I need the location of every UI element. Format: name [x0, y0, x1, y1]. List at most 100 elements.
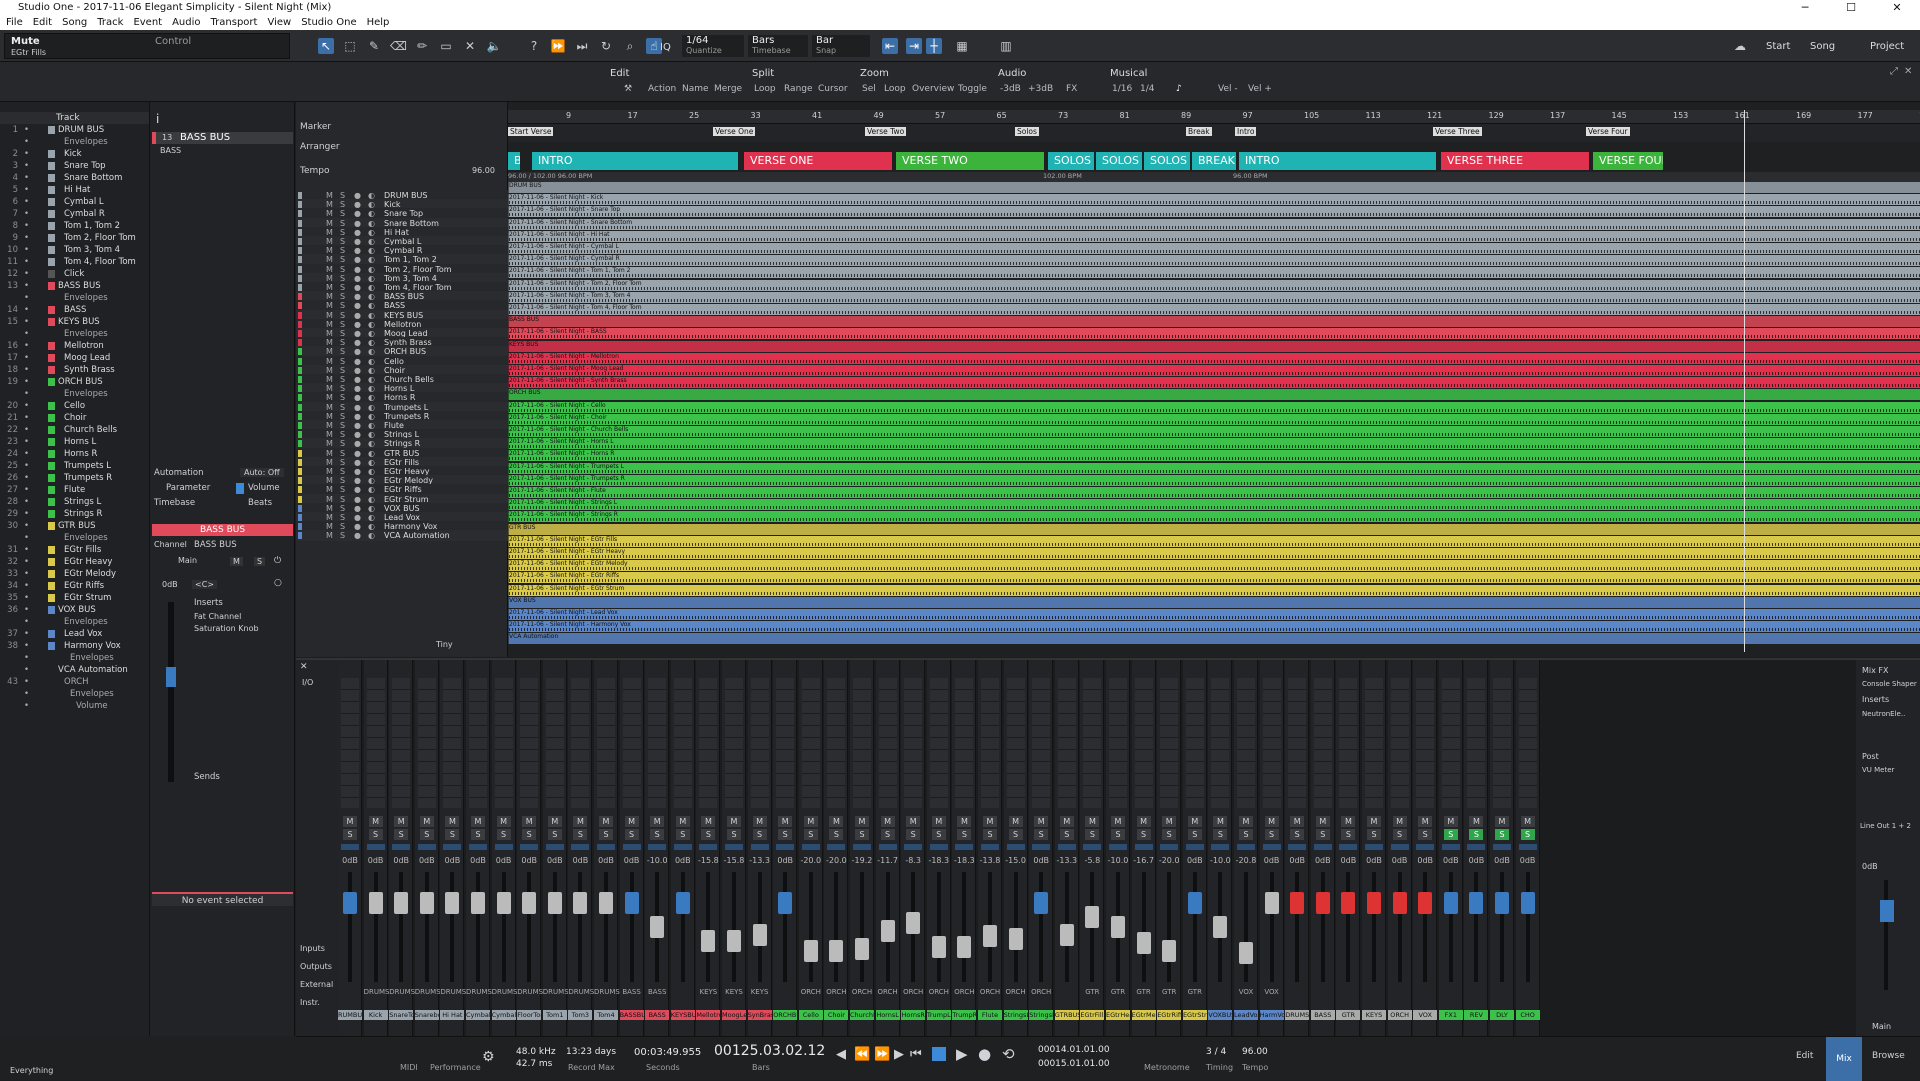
performance-label[interactable]: Performance: [430, 1063, 481, 1072]
track-visibility-icon[interactable]: •: [24, 424, 29, 436]
vel-plus-button[interactable]: Vel +: [1248, 84, 1272, 94]
loop-tool-icon[interactable]: ↻: [598, 38, 614, 54]
pan-slider[interactable]: [1441, 844, 1460, 850]
bus-lane-bar[interactable]: VOX BUS: [508, 596, 1920, 608]
pan-slider[interactable]: [827, 844, 846, 850]
channel-mute[interactable]: M: [752, 816, 767, 827]
channel-name[interactable]: FloorTom: [517, 1010, 542, 1020]
inspector-solo[interactable]: S: [254, 557, 266, 566]
tempo-mark[interactable]: 96.00 / 102.00 96.00 BPM: [508, 172, 592, 180]
marker-flag[interactable]: Verse One: [713, 127, 756, 136]
channel-mute[interactable]: M: [701, 816, 716, 827]
mixer-close-icon[interactable]: ✕: [300, 662, 308, 672]
pan-slider[interactable]: [545, 844, 564, 850]
pan-slider[interactable]: [469, 844, 487, 850]
audio-event[interactable]: 2017-11-06 - Silent Night - Cello: [508, 401, 1920, 413]
track-visibility-icon[interactable]: •: [24, 328, 29, 340]
marker-flag[interactable]: Verse Four: [1586, 127, 1630, 136]
channel-fader[interactable]: [727, 929, 741, 952]
rewind-start-icon[interactable]: ◀: [836, 1047, 846, 1062]
song-button[interactable]: Song: [1810, 41, 1835, 52]
menu-transport[interactable]: Transport: [211, 16, 258, 30]
track-list-item[interactable]: • Envelopes: [0, 532, 149, 544]
track-list-item[interactable]: 15 • KEYS BUS: [0, 316, 149, 328]
channel-name[interactable]: DRUMS: [1285, 1010, 1310, 1020]
timebase-value[interactable]: Beats: [248, 498, 272, 508]
pan-slider[interactable]: [622, 844, 641, 850]
track-list-item[interactable]: 31 • EGtr Fills: [0, 544, 149, 556]
audio-event[interactable]: 2017-11-06 - Silent Night - EGtr Strum: [508, 584, 1920, 596]
channel-name[interactable]: CHO: [1515, 1010, 1540, 1020]
channel-fader[interactable]: [1111, 916, 1125, 938]
pan-slider[interactable]: [1390, 844, 1409, 850]
channel-mute[interactable]: M: [471, 816, 485, 827]
channel-solo[interactable]: S: [522, 829, 537, 840]
pan-slider[interactable]: [417, 844, 436, 850]
channel-fader[interactable]: [650, 916, 665, 938]
track-visibility-icon[interactable]: •: [24, 460, 29, 472]
channel-solo[interactable]: S: [1136, 829, 1151, 840]
channel-mute[interactable]: M: [1469, 816, 1484, 827]
channel-mute[interactable]: M: [419, 816, 434, 827]
audio-event[interactable]: 2017-11-06 - Silent Night - Hi Hat: [508, 230, 1920, 242]
mute-tool-icon[interactable]: ✕: [462, 38, 478, 54]
channel-fader[interactable]: [983, 925, 997, 948]
channel-fader[interactable]: [522, 892, 537, 914]
arranger-section[interactable]: VERSE FOUR: [1593, 152, 1663, 170]
track-visibility-icon[interactable]: •: [24, 148, 29, 160]
quarter-button[interactable]: 1/4: [1140, 84, 1154, 94]
channel-fader[interactable]: [1213, 916, 1228, 938]
channel-mute[interactable]: M: [1239, 816, 1253, 827]
track-name[interactable]: BASS BUS: [180, 132, 230, 143]
playhead-cursor[interactable]: [1744, 110, 1745, 652]
track-list-item[interactable]: 43 • ORCH: [0, 676, 149, 688]
track-list-item[interactable]: 5 • Hi Hat: [0, 184, 149, 196]
track-list-item[interactable]: 7 • Cymbal R: [0, 208, 149, 220]
channel-name[interactable]: SnareTop: [389, 1010, 414, 1020]
track-visibility-icon[interactable]: •: [24, 172, 29, 184]
pan-slider[interactable]: [494, 844, 513, 850]
channel-fader[interactable]: [496, 892, 511, 914]
track-list-item[interactable]: • Envelopes: [0, 136, 149, 148]
channel-name[interactable]: Tom3: [568, 1010, 593, 1020]
pan-slider[interactable]: [1493, 844, 1511, 850]
channel-fader[interactable]: [1264, 892, 1279, 914]
channel-name[interactable]: Snarebot: [414, 1010, 439, 1020]
pan-slider[interactable]: [1467, 844, 1486, 850]
track-list-item[interactable]: • VCA Automation: [0, 664, 149, 676]
channel-name[interactable]: RUMBU: [338, 1010, 362, 1020]
forward-end-icon[interactable]: ▶: [894, 1047, 904, 1062]
channel-fader[interactable]: [368, 892, 383, 914]
channel-solo[interactable]: S: [727, 829, 741, 840]
panel-close-icon[interactable]: ✕: [1904, 66, 1912, 77]
pan-slider[interactable]: [878, 844, 897, 850]
audio-event[interactable]: 2017-11-06 - Silent Night - Flute: [508, 487, 1920, 498]
pan-slider[interactable]: [1211, 844, 1230, 850]
track-list-item[interactable]: • Envelopes: [0, 688, 149, 700]
channel-name[interactable]: EGtrFills: [1080, 1010, 1105, 1020]
channel-fader[interactable]: [906, 911, 921, 934]
minimize-icon[interactable]: ─: [1782, 0, 1828, 16]
channel-name[interactable]: EGtrMel: [1131, 1010, 1156, 1020]
parameter-select[interactable]: Volume: [248, 483, 280, 493]
channel-fader[interactable]: [701, 929, 716, 952]
channel-solo[interactable]: S: [1162, 829, 1177, 840]
channel-solo[interactable]: S: [1264, 829, 1279, 840]
channel-mute[interactable]: M: [1418, 816, 1433, 827]
channel-name[interactable]: HornsL: [875, 1010, 900, 1020]
settings-gear-icon[interactable]: ⚙: [482, 1049, 495, 1065]
bars-display[interactable]: 00125.03.02.12: [714, 1043, 825, 1059]
channel-fader[interactable]: [343, 892, 357, 914]
channel-mute[interactable]: M: [1341, 816, 1356, 827]
channel-solo[interactable]: S: [829, 829, 844, 840]
grid-options-icon[interactable]: ▦: [954, 38, 970, 54]
channel-solo[interactable]: S: [1520, 829, 1535, 840]
track-visibility-icon[interactable]: •: [24, 400, 29, 412]
track-list-item[interactable]: 10 • Tom 3, Tom 4: [0, 244, 149, 256]
channel-fader[interactable]: [1059, 923, 1074, 946]
channel-name[interactable]: TrumpR: [952, 1010, 977, 1020]
menu-edit[interactable]: Edit: [33, 16, 52, 30]
track-visibility-icon[interactable]: •: [24, 448, 29, 460]
channel-solo[interactable]: S: [471, 829, 485, 840]
channel-fader[interactable]: [1162, 940, 1177, 962]
